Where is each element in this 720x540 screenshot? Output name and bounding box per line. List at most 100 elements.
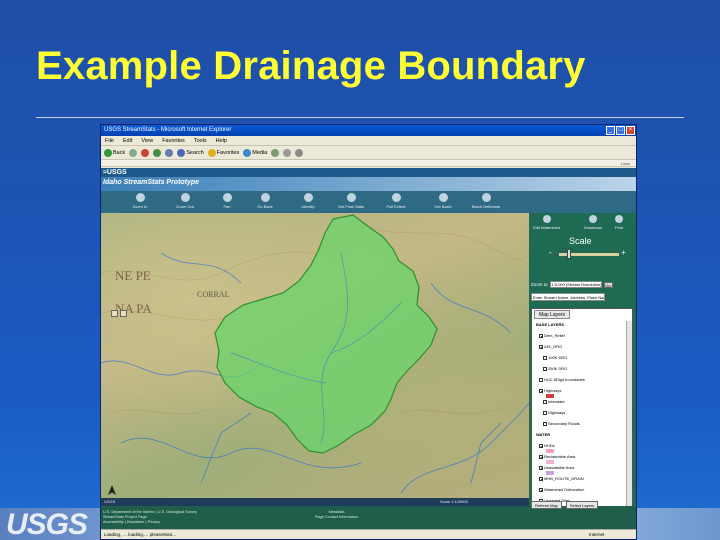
tool-zoom-out[interactable]: Zoom Out	[168, 193, 202, 209]
print-icon[interactable]	[295, 148, 304, 157]
scale-minus-button[interactable]: -	[549, 248, 552, 257]
layer-checkbox[interactable]	[539, 378, 543, 382]
layer-checkbox[interactable]	[543, 356, 547, 360]
tool-zoom-in[interactable]: Zoom In	[123, 193, 157, 209]
footer-policy-links[interactable]: Accessibility | Disclaimer | Privacy	[103, 520, 197, 525]
browser-titlebar: USGS StreamStats - Microsoft Internet Ex…	[101, 125, 636, 136]
address-bar[interactable]: Links	[101, 160, 636, 167]
browser-menubar: File Edit View Favorites Tools Help	[101, 136, 636, 146]
search-button[interactable]: Search	[177, 146, 204, 160]
status-text: Loading, … loading,… pleaseWait…	[104, 532, 177, 537]
home-icon[interactable]	[165, 148, 174, 157]
layer-label: WATER	[536, 432, 551, 437]
scale-slider-thumb[interactable]	[567, 249, 571, 259]
layer-item: Unavailable Area	[534, 465, 626, 476]
tool-edit-watershed[interactable]: Edit Watershed	[533, 215, 560, 230]
zoom-to-label: Zoom to	[531, 282, 548, 287]
close-button[interactable]: ×	[626, 126, 635, 135]
media-icon	[243, 148, 252, 157]
layer-item: Secondary Roads	[534, 421, 626, 432]
map-scale-readout: Scale 1:125000	[440, 499, 468, 504]
tool-full-extent[interactable]: Full Extent	[379, 193, 413, 209]
menu-help[interactable]: Help	[216, 136, 227, 145]
layer-item: 250K DRG	[534, 366, 626, 377]
footer-left: U.S. Department of the Interior | U.S. G…	[103, 510, 197, 525]
tool-go-back[interactable]: Go Back	[248, 193, 282, 209]
refresh-icon[interactable]	[153, 148, 162, 157]
print-icon	[615, 215, 624, 223]
usgs-header: ≈USGS	[101, 168, 636, 177]
tool-download[interactable]: Download	[584, 215, 602, 230]
layer-item: Watershed Delineation	[534, 487, 626, 498]
panel-tools: Edit Watershed Download Print	[529, 213, 636, 235]
footer-contact-link[interactable]: Page Contact Information	[315, 515, 358, 520]
menu-view[interactable]: View	[141, 136, 153, 145]
media-button[interactable]: Media	[243, 146, 267, 160]
zoom-go-button[interactable]: Go	[603, 281, 613, 288]
layer-checkbox[interactable]	[539, 477, 543, 481]
mail-icon[interactable]	[283, 148, 292, 157]
drainage-basin	[214, 214, 438, 454]
minimize-button[interactable]: _	[606, 126, 615, 135]
layer-checkbox[interactable]	[543, 367, 547, 371]
tool-print[interactable]: Print	[615, 215, 623, 230]
pan-hand-icon	[222, 193, 232, 202]
forward-arrow-icon[interactable]	[129, 148, 138, 157]
layer-label: Watershed Delineation	[544, 487, 585, 492]
links-label[interactable]: Links	[621, 160, 630, 167]
menu-file[interactable]: File	[105, 136, 114, 145]
layer-checkbox[interactable]	[539, 466, 543, 470]
layer-checkbox[interactable]	[539, 389, 543, 393]
maximize-button[interactable]: □	[616, 126, 625, 135]
map-label-quadrant-1: NE PE	[115, 268, 151, 283]
search-icon	[177, 148, 186, 157]
map-view[interactable]: NE PE NA PA CORRAL	[101, 213, 529, 498]
tool-get-flow-stats[interactable]: Get Flow Stats	[334, 193, 368, 209]
layer-checkbox[interactable]	[539, 345, 543, 349]
page-footer: U.S. Department of the Interior | U.S. G…	[101, 501, 636, 529]
layer-checkbox[interactable]	[543, 422, 547, 426]
layer-checkbox[interactable]	[539, 444, 543, 448]
refresh-map-button[interactable]: Refresh Map	[531, 501, 562, 509]
layer-checkbox[interactable]	[543, 400, 547, 404]
tool-identify[interactable]: Identify	[291, 193, 325, 209]
tool-pan[interactable]: Pan	[210, 193, 244, 209]
scale-plus-button[interactable]: +	[621, 248, 626, 257]
app-toolbar: Zoom In Zoom Out Pan Go Back Identify Ge…	[101, 191, 636, 213]
edit-watershed-icon	[542, 215, 551, 223]
history-icon[interactable]	[271, 148, 280, 157]
map-save-icon[interactable]	[111, 310, 118, 317]
layer-group[interactable]: BASE LAYERS	[534, 322, 626, 333]
slide-title: Example Drainage Boundary	[36, 44, 586, 88]
layer-checkbox[interactable]	[543, 411, 547, 415]
layer-label: HUC 8Digit boundaries	[544, 377, 585, 382]
full-extent-icon	[391, 193, 401, 202]
map-canvas	[101, 214, 529, 494]
flow-stats-icon	[346, 193, 356, 202]
browser-title: USGS StreamStats - Microsoft Internet Ex…	[104, 127, 232, 133]
menu-edit[interactable]: Edit	[123, 136, 132, 145]
layer-checkbox[interactable]	[539, 488, 543, 492]
tool-get-basin[interactable]: Get Basin	[426, 193, 460, 209]
tool-batch-delineate[interactable]: Batch Delineate	[469, 193, 503, 209]
layer-label: Highways	[544, 388, 562, 393]
zoom-out-icon	[180, 193, 190, 202]
layer-label: 24K_DRG	[544, 344, 563, 349]
favorites-button[interactable]: Favorites	[207, 146, 239, 160]
zoom-to-select[interactable]: 1:5,000 (Stream Resolution)	[549, 281, 602, 288]
tab-map-layers[interactable]: Map Layers	[534, 310, 570, 319]
place-search-input[interactable]: Enter Stream Name, Address, Place Name	[531, 293, 605, 301]
layer-checkbox[interactable]	[539, 334, 543, 338]
layer-group[interactable]: WATER	[534, 432, 626, 443]
layer-checkbox[interactable]	[539, 455, 543, 459]
map-overview-icon[interactable]	[120, 310, 127, 317]
menu-tools[interactable]: Tools	[194, 136, 207, 145]
menu-favorites[interactable]: Favorites	[162, 136, 185, 145]
stop-icon[interactable]	[141, 148, 150, 157]
select-layers-button[interactable]: Select Layers	[565, 501, 599, 509]
layer-label: NHDs	[544, 443, 555, 448]
layers-scrollbar[interactable]	[626, 321, 632, 535]
layer-item: 100K DRG	[534, 355, 626, 366]
zoom-in-icon	[135, 193, 145, 202]
back-button[interactable]: Back	[104, 146, 125, 160]
